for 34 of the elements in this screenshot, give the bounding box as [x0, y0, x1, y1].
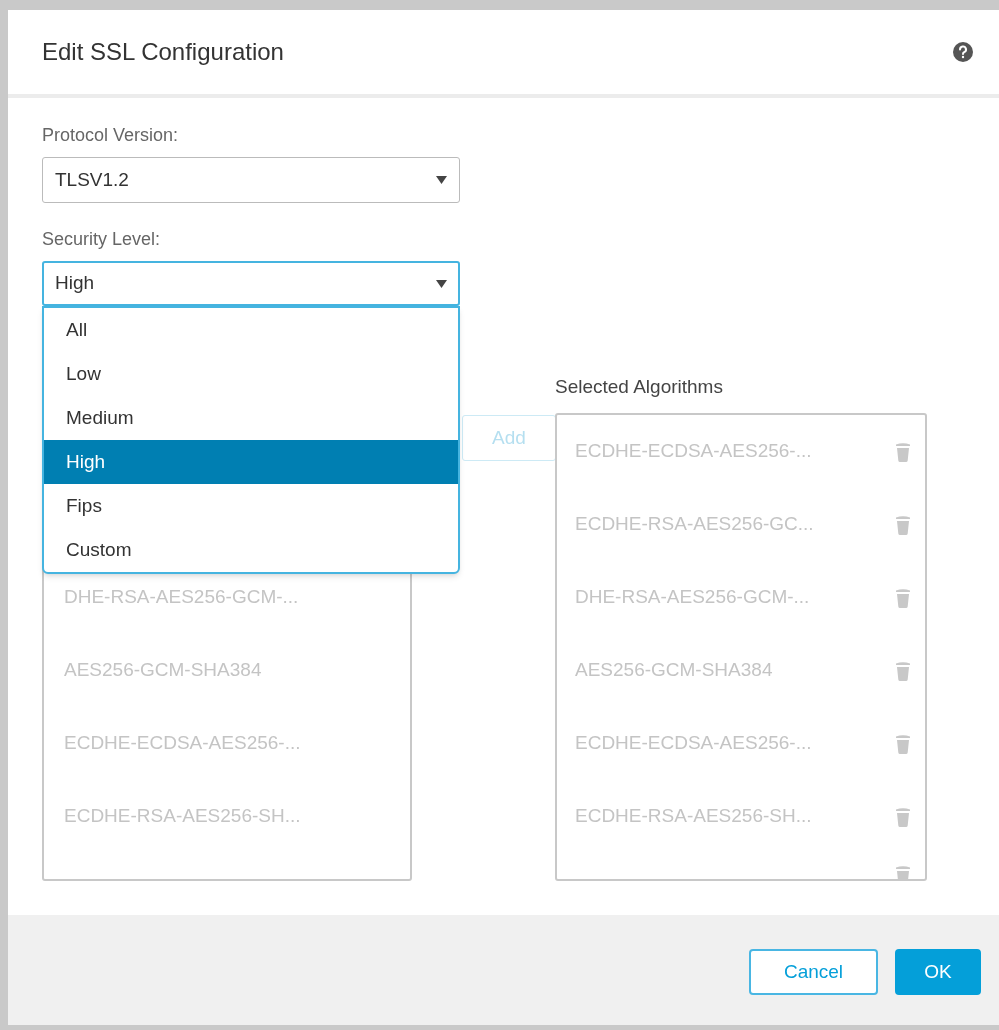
dropdown-option[interactable]: Medium	[44, 396, 458, 440]
protocol-select[interactable]: TLSV1.2	[42, 157, 460, 203]
caret-icon	[436, 176, 447, 184]
algorithm-item[interactable]: ECDHE-ECDSA-AES256-...	[575, 729, 812, 758]
algorithm-item[interactable]: ECDHE-RSA-AES256-SH...	[64, 802, 301, 831]
trash-icon[interactable]	[895, 587, 911, 608]
algorithm-item[interactable]: AES256-GCM-SHA384	[64, 656, 262, 685]
algorithm-item[interactable]: ECDHE-ECDSA-AES256-...	[64, 729, 301, 758]
dropdown-option[interactable]: High	[44, 440, 458, 484]
algorithm-item[interactable]: DHE-RSA-AES256-GCM-...	[575, 583, 810, 612]
trash-icon[interactable]	[895, 514, 911, 535]
ok-button[interactable]: OK	[895, 949, 981, 995]
security-select[interactable]: High	[42, 261, 460, 306]
dropdown-option[interactable]: Fips	[44, 484, 458, 528]
trash-icon[interactable]	[895, 865, 911, 879]
dropdown-option[interactable]: Custom	[44, 528, 458, 572]
field-label: Protocol Version:	[42, 124, 180, 147]
algorithm-item[interactable]: AES256-GCM-SHA384	[575, 656, 773, 685]
dropdown-option[interactable]: All	[44, 308, 458, 352]
dialog-title: Edit SSL Configuration	[42, 37, 284, 67]
algorithm-item[interactable]: ECDHE-RSA-AES256-GC...	[575, 510, 814, 539]
algorithm-item[interactable]: ECDHE-RSA-AES256-SH...	[575, 802, 812, 831]
trash-icon[interactable]	[895, 441, 911, 462]
section-label: Selected Algorithms	[555, 375, 724, 399]
field-label: Security Level:	[42, 228, 162, 251]
caret-icon	[436, 279, 447, 288]
trash-icon[interactable]	[895, 806, 911, 827]
cancel-button[interactable]: Cancel	[749, 949, 878, 995]
dropdown-option[interactable]: Low	[44, 352, 458, 396]
help-icon[interactable]	[953, 42, 973, 62]
trash-icon[interactable]	[895, 733, 911, 754]
algorithm-item[interactable]: ECDHE-ECDSA-AES256-...	[575, 437, 812, 466]
trash-icon[interactable]	[895, 660, 911, 681]
algorithm-item[interactable]: DHE-RSA-AES256-GCM-...	[64, 583, 299, 612]
